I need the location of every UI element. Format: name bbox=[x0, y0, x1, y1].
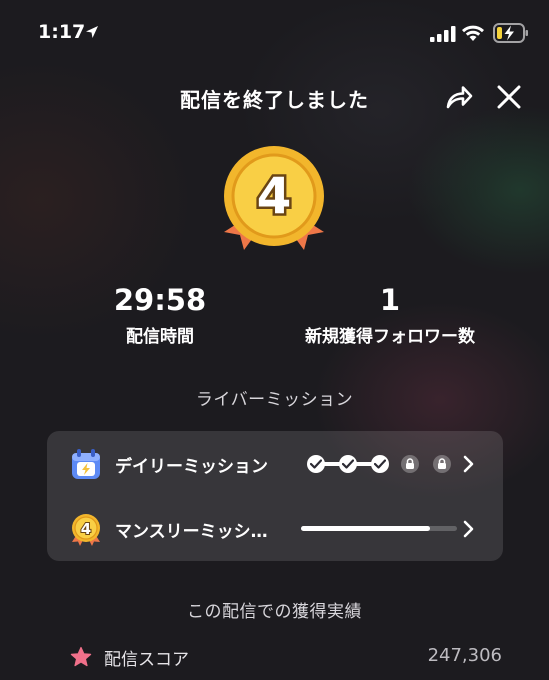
lock-icon bbox=[433, 455, 451, 473]
wifi-icon bbox=[462, 25, 484, 41]
chevron-right-icon bbox=[463, 520, 474, 538]
cellular-signal-icon bbox=[430, 26, 456, 42]
stream-score-value: 247,306 bbox=[427, 645, 502, 666]
close-button[interactable] bbox=[492, 82, 526, 112]
liver-mission-heading: ライバーミッション bbox=[195, 390, 354, 410]
stream-duration-label: 配信時間 bbox=[126, 327, 194, 347]
monthly-progress-bar bbox=[301, 526, 457, 531]
status-time: 1:17 bbox=[38, 21, 86, 43]
chevron-right-icon bbox=[463, 455, 474, 473]
battery-charging-icon bbox=[493, 23, 528, 43]
monthly-mission-label: マンスリーミッシ… bbox=[115, 522, 268, 542]
star-icon bbox=[70, 646, 92, 667]
location-arrow-icon bbox=[86, 26, 98, 38]
lock-icon bbox=[401, 455, 419, 473]
share-button[interactable] bbox=[442, 82, 476, 112]
stream-duration-value: 29:58 bbox=[113, 283, 207, 317]
share-arrow-icon bbox=[446, 86, 473, 109]
close-icon bbox=[497, 85, 521, 109]
daily-mission-row[interactable]: デイリーミッション bbox=[47, 431, 503, 496]
stream-score-label: 配信スコア bbox=[104, 650, 189, 670]
monthly-mission-row[interactable]: 4 マンスリーミッシ… bbox=[47, 496, 503, 561]
calendar-lightning-icon bbox=[72, 449, 100, 479]
medal-level-number: 4 bbox=[257, 167, 292, 225]
daily-mission-label: デイリーミッション bbox=[115, 457, 268, 477]
screen: 1:17 配信を終了しました 4 29:58 配信時間 1 新規獲得フォロワー数… bbox=[0, 0, 549, 680]
monthly-medal-icon: 4 bbox=[72, 514, 100, 546]
check-icon bbox=[371, 455, 389, 473]
monthly-medal-number: 4 bbox=[81, 520, 91, 538]
monthly-progress-fill bbox=[301, 526, 431, 531]
level-medal-icon: 4 bbox=[224, 146, 324, 250]
mission-card: デイリーミッション 4 マンスリーミッシ… bbox=[47, 431, 503, 561]
new-followers-value: 1 bbox=[379, 283, 401, 317]
new-followers-label: 新規獲得フォロワー数 bbox=[305, 327, 475, 347]
achievements-heading: この配信での獲得実績 bbox=[187, 602, 362, 622]
